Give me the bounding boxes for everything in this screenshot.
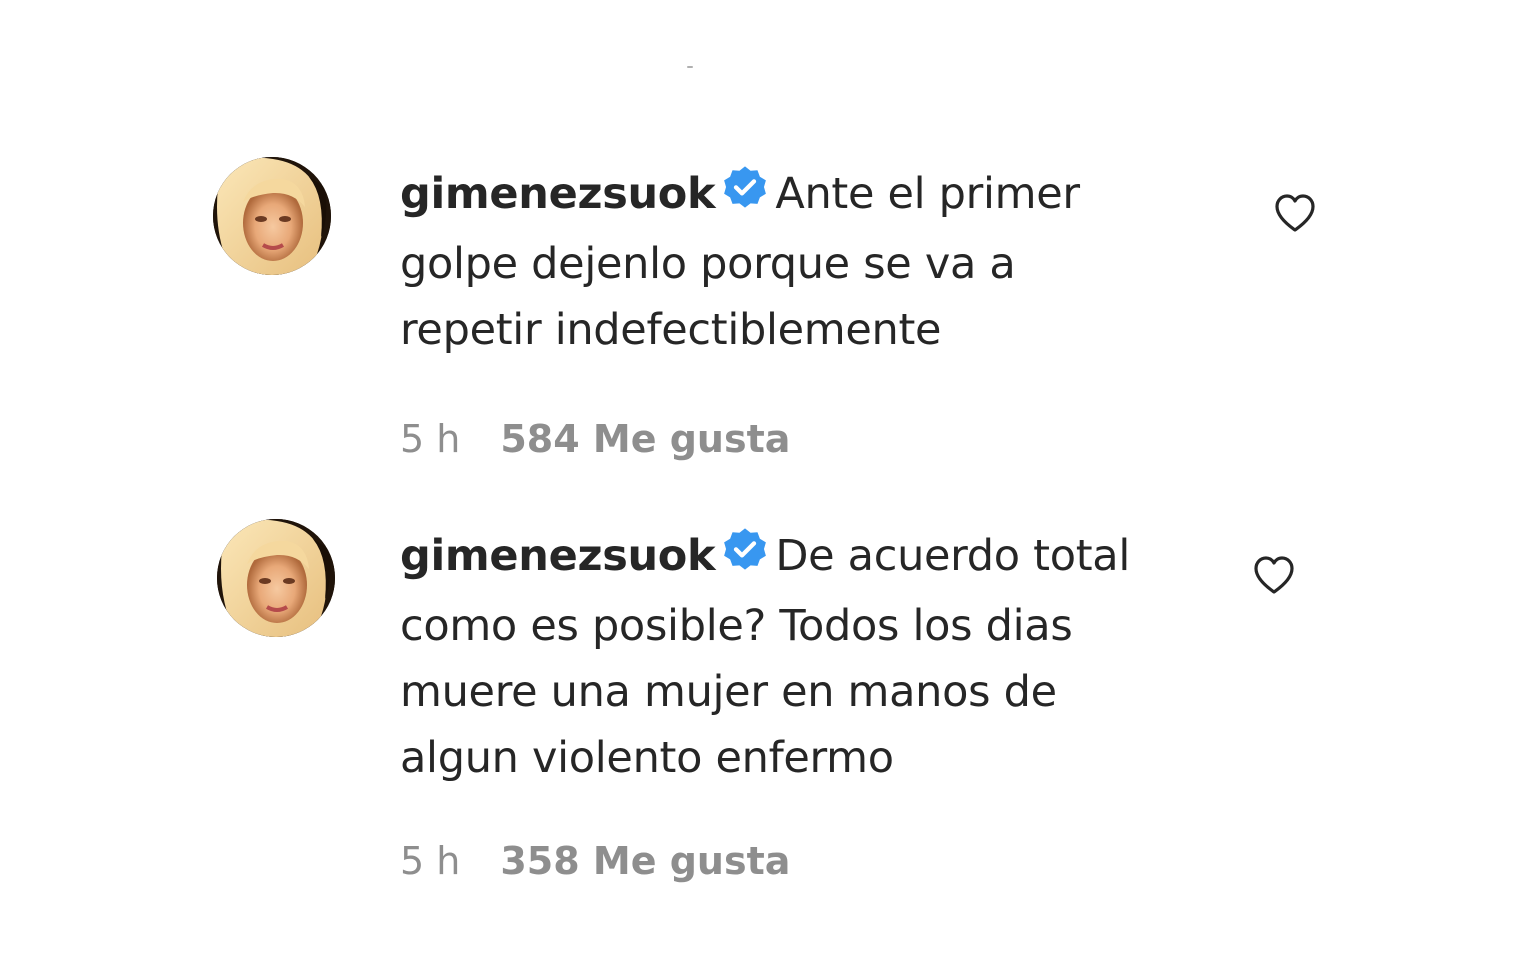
username[interactable]: gimenezsuok [400,531,716,581]
comment-text-line: Ante el primer [775,169,1080,219]
username[interactable]: gimenezsuok [400,169,716,219]
comment-time: 5 h [400,417,461,461]
comment-text-line: como es posible? Todos los dias [400,601,1073,651]
comment-time: 5 h [400,839,461,883]
comment-text-line: muere una mujer en manos de [400,667,1057,717]
comment-text-line: De acuerdo total [775,531,1130,581]
likes-count-button[interactable]: 584 Me gusta [500,417,790,461]
comment-text: gimenezsuok Ante el primer golpe dejenlo … [400,161,1080,363]
avatar[interactable] [217,519,335,637]
comment-text-line: algun violento enfermo [400,733,894,783]
heart-outline-icon[interactable] [1250,551,1298,599]
comment-meta: 5 h 358 Me gusta [400,839,790,883]
avatar[interactable] [213,157,331,275]
top-divider-dot [687,66,693,68]
comment-line: gimenezsuok De acuerdo total [400,523,1130,593]
comment-meta: 5 h 584 Me gusta [400,417,790,461]
comment-text-line: repetir indefectiblemente [400,305,942,355]
verified-badge-icon [721,526,769,593]
comment-text: gimenezsuok De acuerdo total como es posi… [400,523,1130,791]
likes-count-button[interactable]: 358 Me gusta [500,839,790,883]
heart-outline-icon[interactable] [1271,189,1319,237]
comment-text-line: golpe dejenlo porque se va a [400,239,1016,289]
verified-badge-icon [721,164,769,231]
comment-line: gimenezsuok Ante el primer [400,161,1080,231]
